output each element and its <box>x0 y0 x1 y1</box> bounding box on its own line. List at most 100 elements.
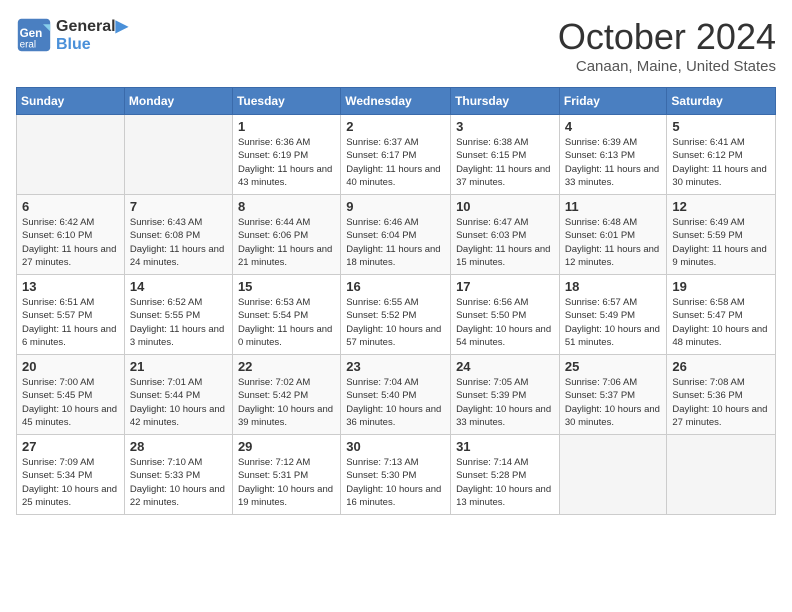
day-info: Sunrise: 7:06 AM Sunset: 5:37 PM Dayligh… <box>565 376 662 429</box>
page-header: Gen eral General▶ Blue October 2024 Cana… <box>16 16 776 75</box>
calendar-cell: 4 Sunrise: 6:39 AM Sunset: 6:13 PM Daylig… <box>559 115 667 195</box>
calendar-cell <box>559 435 667 515</box>
day-number: 15 <box>238 279 335 294</box>
day-number: 6 <box>22 199 119 214</box>
day-number: 13 <box>22 279 119 294</box>
weekday-header: Monday <box>124 88 232 115</box>
day-info: Sunrise: 6:36 AM Sunset: 6:19 PM Dayligh… <box>238 136 335 189</box>
day-info: Sunrise: 6:51 AM Sunset: 5:57 PM Dayligh… <box>22 296 119 349</box>
calendar-cell: 29Sunrise: 7:12 AM Sunset: 5:31 PM Dayli… <box>232 435 340 515</box>
calendar-cell: 30 Sunrise: 7:13 AM Sunset: 5:30 PM Dayli… <box>341 435 451 515</box>
calendar-cell: 1 Sunrise: 6:36 AM Sunset: 6:19 PM Daylig… <box>232 115 340 195</box>
weekday-header: Tuesday <box>232 88 340 115</box>
calendar-cell: 14Sunrise: 6:52 AM Sunset: 5:55 PM Dayli… <box>124 275 232 355</box>
day-number: 17 <box>456 279 554 294</box>
svg-text:eral: eral <box>20 40 36 51</box>
month-title: October 2024 <box>558 16 776 58</box>
calendar-cell: 27Sunrise: 7:09 AM Sunset: 5:34 PM Dayli… <box>17 435 125 515</box>
title-block: October 2024 Canaan, Maine, United State… <box>558 16 776 75</box>
calendar-cell: 18 Sunrise: 6:57 AM Sunset: 5:49 PM Dayli… <box>559 275 667 355</box>
calendar-cell: 2 Sunrise: 6:37 AM Sunset: 6:17 PM Daylig… <box>341 115 451 195</box>
logo: Gen eral General▶ Blue <box>16 16 128 54</box>
day-number: 10 <box>456 199 554 214</box>
day-number: 31 <box>456 439 554 454</box>
calendar-cell: 5Sunrise: 6:41 AM Sunset: 6:12 PM Daylig… <box>667 115 776 195</box>
day-number: 5 <box>672 119 770 134</box>
day-number: 14 <box>130 279 227 294</box>
weekday-header: Thursday <box>451 88 560 115</box>
calendar-cell: 7 Sunrise: 6:43 AM Sunset: 6:08 PM Daylig… <box>124 195 232 275</box>
day-number: 30 <box>346 439 445 454</box>
calendar-cell: 12 Sunrise: 6:49 AM Sunset: 5:59 PM Dayli… <box>667 195 776 275</box>
calendar-cell: 23 Sunrise: 7:04 AM Sunset: 5:40 PM Dayli… <box>341 355 451 435</box>
location-title: Canaan, Maine, United States <box>558 58 776 75</box>
day-number: 11 <box>565 199 662 214</box>
day-number: 16 <box>346 279 445 294</box>
calendar-cell: 21Sunrise: 7:01 AM Sunset: 5:44 PM Dayli… <box>124 355 232 435</box>
calendar-week-row: 6Sunrise: 6:42 AM Sunset: 6:10 PM Daylig… <box>17 195 776 275</box>
day-info: Sunrise: 7:12 AM Sunset: 5:31 PM Dayligh… <box>238 456 335 509</box>
day-number: 28 <box>130 439 227 454</box>
day-number: 1 <box>238 119 335 134</box>
calendar-cell: 22Sunrise: 7:02 AM Sunset: 5:42 PM Dayli… <box>232 355 340 435</box>
calendar-cell: 26Sunrise: 7:08 AM Sunset: 5:36 PM Dayli… <box>667 355 776 435</box>
calendar-week-row: 20 Sunrise: 7:00 AM Sunset: 5:45 PM Dayli… <box>17 355 776 435</box>
day-info: Sunrise: 6:37 AM Sunset: 6:17 PM Dayligh… <box>346 136 445 189</box>
day-number: 2 <box>346 119 445 134</box>
day-number: 12 <box>672 199 770 214</box>
day-number: 7 <box>130 199 227 214</box>
day-info: Sunrise: 6:57 AM Sunset: 5:49 PM Dayligh… <box>565 296 662 349</box>
day-number: 8 <box>238 199 335 214</box>
weekday-header: Sunday <box>17 88 125 115</box>
day-number: 20 <box>22 359 119 374</box>
calendar-cell: 16 Sunrise: 6:55 AM Sunset: 5:52 PM Dayli… <box>341 275 451 355</box>
day-info: Sunrise: 6:55 AM Sunset: 5:52 PM Dayligh… <box>346 296 445 349</box>
calendar-cell: 9Sunrise: 6:46 AM Sunset: 6:04 PM Daylig… <box>341 195 451 275</box>
day-info: Sunrise: 6:48 AM Sunset: 6:01 PM Dayligh… <box>565 216 662 269</box>
day-number: 3 <box>456 119 554 134</box>
day-number: 26 <box>672 359 770 374</box>
calendar-cell: 6Sunrise: 6:42 AM Sunset: 6:10 PM Daylig… <box>17 195 125 275</box>
weekday-header: Friday <box>559 88 667 115</box>
svg-text:Gen: Gen <box>20 27 43 40</box>
day-info: Sunrise: 7:13 AM Sunset: 5:30 PM Dayligh… <box>346 456 445 509</box>
day-info: Sunrise: 7:02 AM Sunset: 5:42 PM Dayligh… <box>238 376 335 429</box>
day-number: 4 <box>565 119 662 134</box>
calendar-cell: 20 Sunrise: 7:00 AM Sunset: 5:45 PM Dayli… <box>17 355 125 435</box>
day-info: Sunrise: 6:47 AM Sunset: 6:03 PM Dayligh… <box>456 216 554 269</box>
calendar-cell: 15 Sunrise: 6:53 AM Sunset: 5:54 PM Dayli… <box>232 275 340 355</box>
calendar-cell: 28 Sunrise: 7:10 AM Sunset: 5:33 PM Dayli… <box>124 435 232 515</box>
calendar-week-row: 13 Sunrise: 6:51 AM Sunset: 5:57 PM Dayli… <box>17 275 776 355</box>
day-info: Sunrise: 7:04 AM Sunset: 5:40 PM Dayligh… <box>346 376 445 429</box>
calendar-cell: 11 Sunrise: 6:48 AM Sunset: 6:01 PM Dayli… <box>559 195 667 275</box>
calendar-week-row: 27Sunrise: 7:09 AM Sunset: 5:34 PM Dayli… <box>17 435 776 515</box>
day-number: 18 <box>565 279 662 294</box>
calendar-table: SundayMondayTuesdayWednesdayThursdayFrid… <box>16 87 776 515</box>
day-number: 9 <box>346 199 445 214</box>
calendar-cell: 8Sunrise: 6:44 AM Sunset: 6:06 PM Daylig… <box>232 195 340 275</box>
day-info: Sunrise: 7:00 AM Sunset: 5:45 PM Dayligh… <box>22 376 119 429</box>
day-info: Sunrise: 6:39 AM Sunset: 6:13 PM Dayligh… <box>565 136 662 189</box>
calendar-cell: 31Sunrise: 7:14 AM Sunset: 5:28 PM Dayli… <box>451 435 560 515</box>
calendar-cell: 25 Sunrise: 7:06 AM Sunset: 5:37 PM Dayli… <box>559 355 667 435</box>
day-number: 19 <box>672 279 770 294</box>
day-info: Sunrise: 6:56 AM Sunset: 5:50 PM Dayligh… <box>456 296 554 349</box>
weekday-header: Saturday <box>667 88 776 115</box>
day-info: Sunrise: 7:01 AM Sunset: 5:44 PM Dayligh… <box>130 376 227 429</box>
day-info: Sunrise: 7:10 AM Sunset: 5:33 PM Dayligh… <box>130 456 227 509</box>
calendar-cell: 13 Sunrise: 6:51 AM Sunset: 5:57 PM Dayli… <box>17 275 125 355</box>
day-number: 23 <box>346 359 445 374</box>
day-number: 27 <box>22 439 119 454</box>
weekday-header: Wednesday <box>341 88 451 115</box>
day-number: 24 <box>456 359 554 374</box>
day-info: Sunrise: 6:38 AM Sunset: 6:15 PM Dayligh… <box>456 136 554 189</box>
calendar-cell: 24Sunrise: 7:05 AM Sunset: 5:39 PM Dayli… <box>451 355 560 435</box>
day-info: Sunrise: 6:49 AM Sunset: 5:59 PM Dayligh… <box>672 216 770 269</box>
calendar-cell: 3 Sunrise: 6:38 AM Sunset: 6:15 PM Daylig… <box>451 115 560 195</box>
day-number: 25 <box>565 359 662 374</box>
calendar-cell <box>124 115 232 195</box>
calendar-cell: 19Sunrise: 6:58 AM Sunset: 5:47 PM Dayli… <box>667 275 776 355</box>
calendar-week-row: 1 Sunrise: 6:36 AM Sunset: 6:19 PM Daylig… <box>17 115 776 195</box>
day-info: Sunrise: 6:43 AM Sunset: 6:08 PM Dayligh… <box>130 216 227 269</box>
day-info: Sunrise: 6:53 AM Sunset: 5:54 PM Dayligh… <box>238 296 335 349</box>
